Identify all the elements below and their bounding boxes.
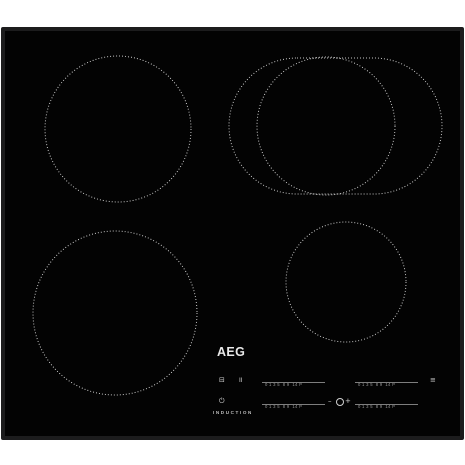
brand-logo: AEG [217, 345, 246, 359]
zone-rear-left[interactable] [44, 55, 192, 203]
power-slider-front-left[interactable]: 0 1 3 5 8 9 14 P [262, 377, 325, 392]
slider-track [262, 404, 325, 405]
slider-track [355, 404, 418, 405]
pause-icon[interactable]: II [239, 377, 243, 384]
zone-rear-right-inner[interactable] [256, 56, 396, 196]
power-icon[interactable]: ⏻ [219, 398, 225, 405]
timer-minus-icon[interactable]: – [328, 398, 332, 405]
power-slider-rear-right[interactable]: 0 1 3 5 8 9 14 P [355, 399, 418, 414]
timer-dial-icon [336, 398, 344, 406]
lock-icon[interactable]: ⊟ [219, 377, 225, 384]
hood-icon[interactable]: ≡ [430, 377, 436, 384]
zone-rear-right-outer[interactable] [228, 57, 443, 195]
slider-track [262, 382, 325, 383]
timer-plus-icon[interactable]: + [345, 398, 351, 405]
zone-front-left[interactable] [32, 230, 198, 396]
slider-track [355, 382, 418, 383]
cooking-zones [32, 55, 443, 396]
induction-label: INDUCTION [213, 410, 253, 415]
power-slider-front-right[interactable]: 0 1 3 5 8 9 14 P [355, 377, 418, 392]
zone-front-right[interactable] [285, 221, 407, 343]
power-slider-rear-left[interactable]: 0 1 3 5 8 9 14 P [262, 399, 325, 414]
